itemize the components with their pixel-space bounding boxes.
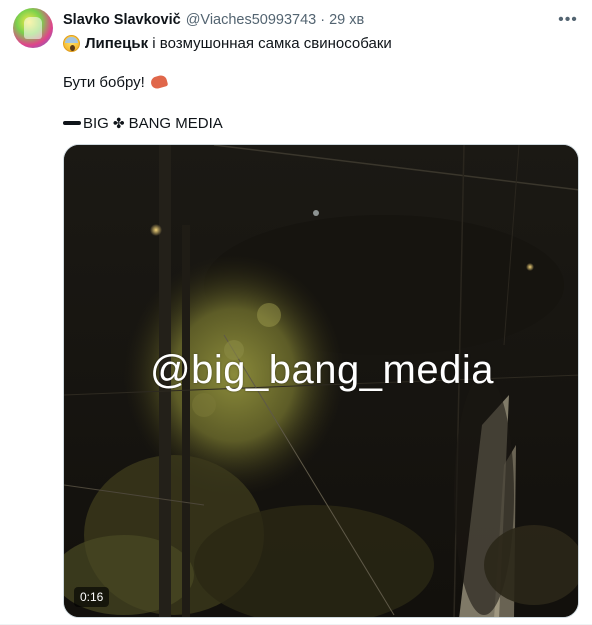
shrimp-emoji-icon <box>149 74 169 90</box>
separator-dot: · <box>320 12 326 28</box>
tweet[interactable]: Slavko Slavkovič @Viaches50993743 · 29 х… <box>0 0 592 625</box>
tweet-text-line-1: Липецьк і возмушонная самка свинособаки <box>63 32 392 54</box>
line2-text: Бути бобру! <box>63 73 145 91</box>
tweet-text-line-3: BIG ✤ BANG MEDIA <box>63 112 223 134</box>
location-bold: Липецьк <box>85 34 149 52</box>
more-dots-icon[interactable]: ••• <box>556 8 580 32</box>
video-watermark: @big_bang_media <box>150 348 494 392</box>
video-duration: 0:16 <box>74 587 110 607</box>
video-player[interactable]: @big_bang_media 0:16 <box>63 144 579 618</box>
clover-symbol: ✤ <box>112 114 125 131</box>
dash-icon <box>63 121 81 125</box>
avatar-figure <box>24 17 42 39</box>
line3-after: BANG MEDIA <box>128 114 223 132</box>
screaming-face-emoji-icon <box>63 34 80 52</box>
author-handle[interactable]: @Viaches50993743 <box>186 12 317 28</box>
author-name[interactable]: Slavko Slavkovič <box>63 12 181 28</box>
tweet-text-line-2: Бути бобру! <box>63 71 169 93</box>
timestamp[interactable]: 29 хв <box>329 12 364 28</box>
line1-rest: і возмушонная самка свинособаки <box>148 34 392 52</box>
avatar[interactable] <box>13 8 53 48</box>
tweet-header: Slavko Slavkovič @Viaches50993743 · 29 х… <box>63 10 563 30</box>
line3-before: BIG <box>83 114 109 132</box>
